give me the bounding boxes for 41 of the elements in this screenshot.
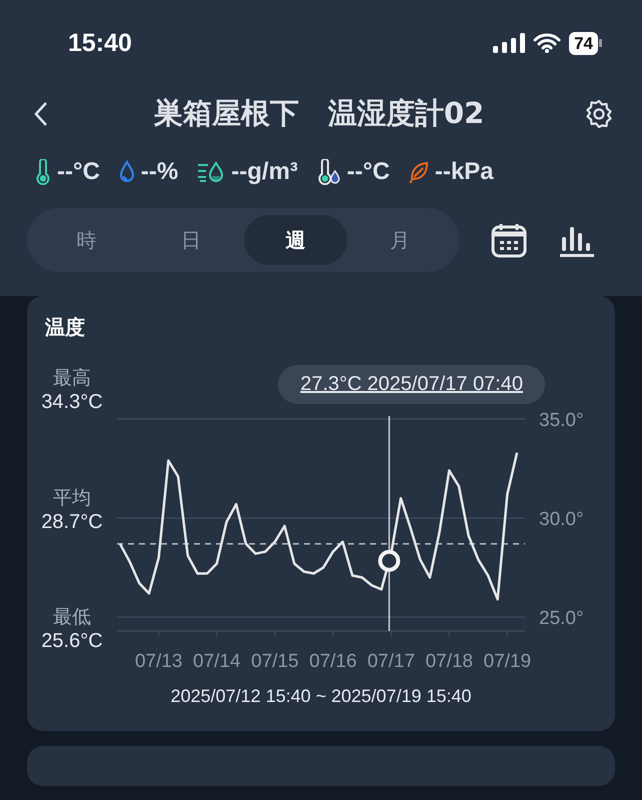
- stat-label: 最低: [53, 605, 91, 630]
- date-range: 2025/07/12 15:40 ~ 2025/07/19 15:40: [170, 686, 472, 707]
- axis-label: 07/16: [309, 651, 357, 672]
- calendar-button[interactable]: [491, 222, 527, 258]
- stat-label: 最高: [53, 366, 91, 391]
- settings-button[interactable]: [584, 99, 614, 129]
- axis-label: 07/18: [425, 651, 473, 672]
- thermometer-icon: [34, 159, 52, 185]
- stat-label: 平均: [53, 486, 91, 510]
- reading-value: --%: [140, 158, 178, 186]
- reading-value: --kPa: [434, 158, 494, 186]
- period-tab[interactable]: 週: [244, 215, 346, 265]
- stat-value: 25.6°C: [41, 630, 103, 653]
- chart-tooltip: 27.3°C 2025/07/17 07:40: [278, 365, 545, 404]
- axis-label: 07/13: [134, 651, 182, 672]
- card-title: 温度: [45, 314, 86, 341]
- reading-value: --°C: [57, 158, 100, 186]
- stat-value: 34.3°C: [41, 391, 103, 414]
- cursor-marker[interactable]: [378, 550, 400, 572]
- period-tab[interactable]: 月: [348, 215, 451, 265]
- signal-icon: [493, 33, 526, 53]
- axis-label: 35.0°: [539, 410, 584, 431]
- leaf-icon: [408, 160, 430, 184]
- reading-value: --g/m³: [231, 158, 298, 186]
- axis-label: 07/19: [484, 651, 532, 672]
- reading-value: --°C: [346, 158, 390, 186]
- back-icon: [32, 100, 50, 128]
- axis-label: 07/14: [193, 651, 241, 672]
- axis-label: 30.0°: [539, 509, 584, 530]
- axis-label: 07/15: [251, 651, 299, 672]
- period-tab[interactable]: 日: [140, 215, 242, 265]
- wifi-icon: [533, 33, 562, 53]
- drop-icon: [118, 160, 136, 184]
- axis-label: 07/17: [367, 651, 415, 672]
- status-time: 15:40: [68, 28, 133, 58]
- page-title: 巣箱屋根下 温湿度計02: [152, 95, 486, 132]
- battery-indicator: 74: [569, 32, 602, 54]
- stat-value: 28.7°C: [41, 510, 103, 534]
- axis-label: 25.0°: [539, 608, 584, 630]
- thermometer-drop-icon: [316, 159, 342, 185]
- period-tab[interactable]: 時: [35, 215, 138, 265]
